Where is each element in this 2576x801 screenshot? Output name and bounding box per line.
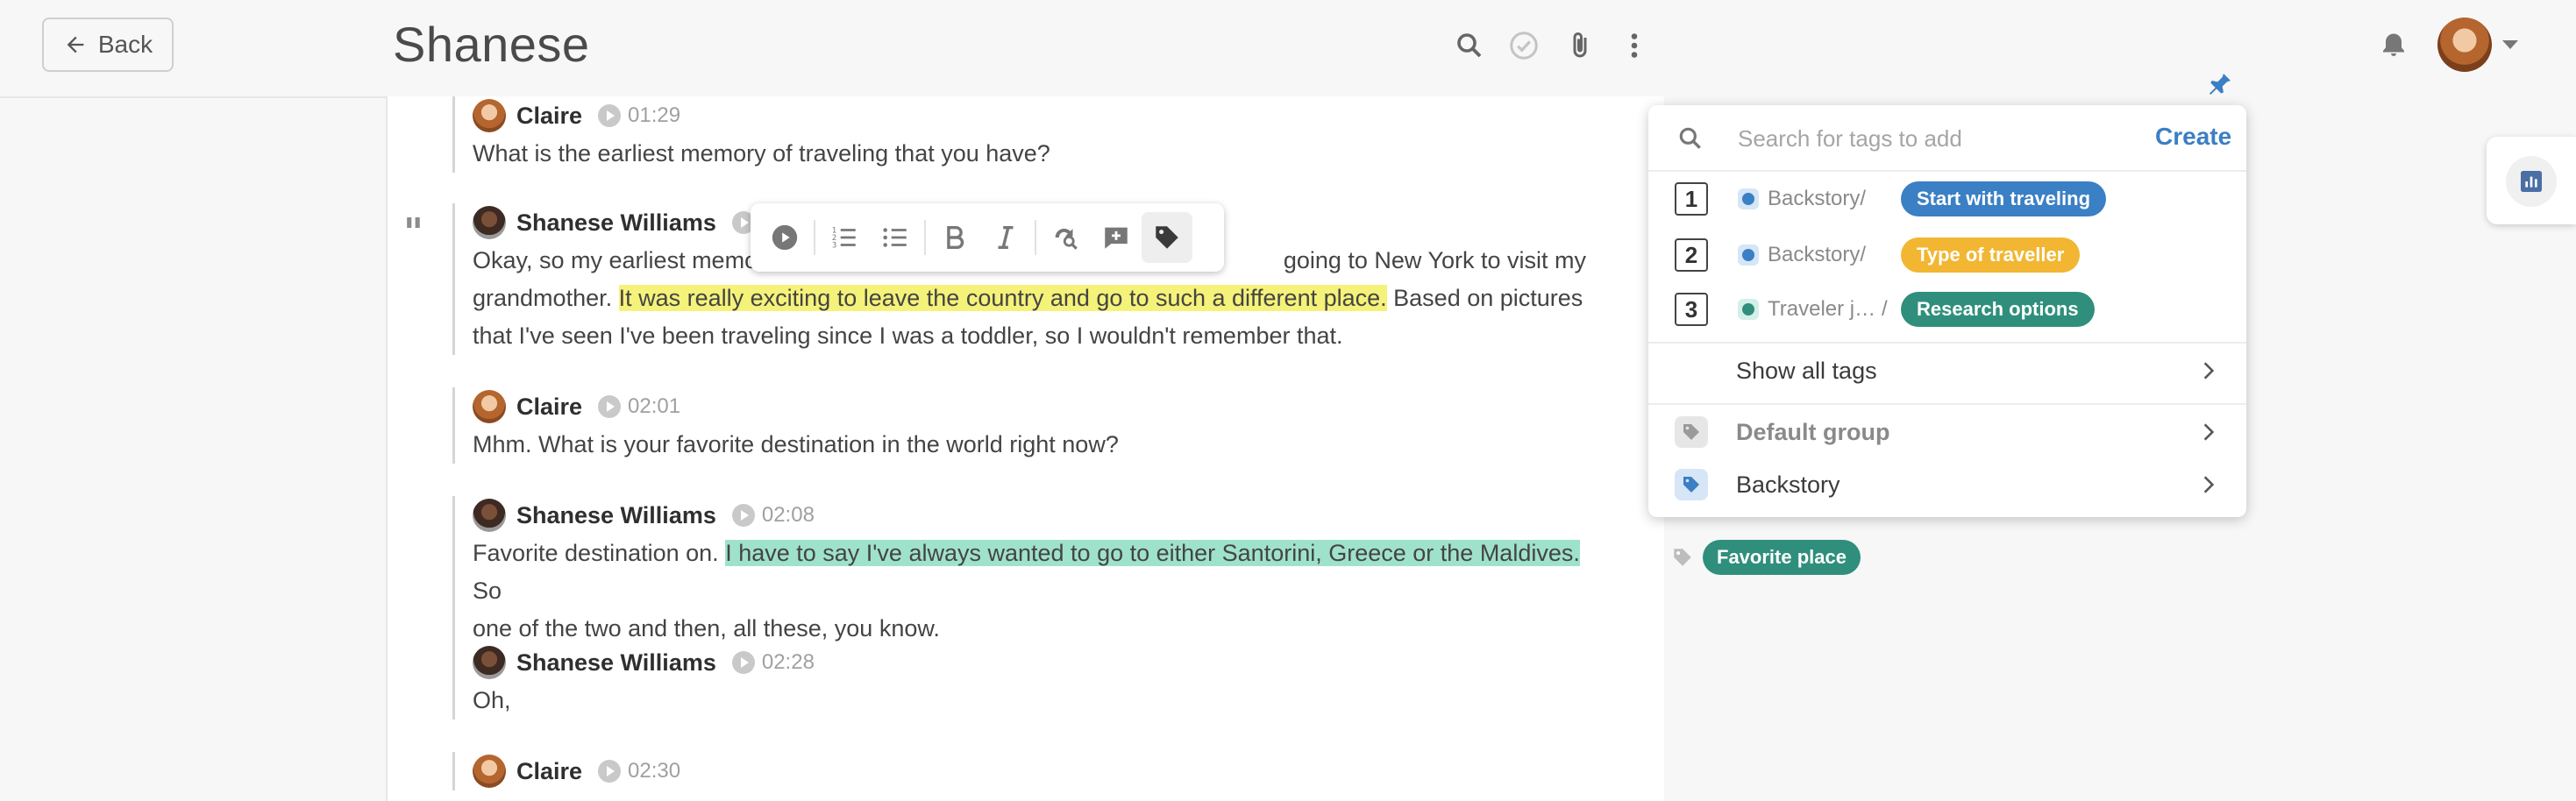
back-button[interactable]: Back xyxy=(42,18,174,72)
stats-tab[interactable] xyxy=(2487,137,2576,224)
group-icon xyxy=(1738,245,1759,266)
speaker-name: Claire xyxy=(516,393,583,420)
add-comment-icon[interactable] xyxy=(1091,212,1142,263)
formatting-toolbar: 123 xyxy=(751,203,1224,272)
speaker-name: Shanese Williams xyxy=(516,209,716,236)
play-icon[interactable] xyxy=(598,760,622,783)
path-separator: / xyxy=(1882,297,1888,321)
create-tag-button[interactable]: Create xyxy=(2155,123,2231,151)
arrow-left-icon xyxy=(67,36,84,53)
bar-chart-icon[interactable] xyxy=(2506,156,2557,207)
quote-icon[interactable]: " xyxy=(403,210,423,255)
tag-suggestion[interactable]: 1 Backstory/ Start with traveling xyxy=(1648,172,2246,226)
avatar xyxy=(473,206,506,239)
play-icon[interactable] xyxy=(759,212,810,263)
avatar xyxy=(473,755,506,788)
tag-group-default[interactable]: Default group xyxy=(1648,403,2246,459)
tag-suggestion[interactable]: 3 Traveler j… / Research options xyxy=(1648,282,2246,337)
avatar xyxy=(473,646,506,679)
divider xyxy=(924,220,926,255)
italic-icon[interactable] xyxy=(980,212,1031,263)
check-circle-icon[interactable] xyxy=(1505,26,1543,65)
tag-search-bar: Create xyxy=(1648,105,2246,172)
shortcut-key: 1 xyxy=(1675,182,1708,216)
play-icon[interactable] xyxy=(731,651,755,674)
search-icon[interactable] xyxy=(1450,26,1489,65)
transcript-turn: Claire 02:01 Mhm. What is your favorite … xyxy=(452,387,1595,464)
group-name: Backstory/ xyxy=(1768,243,1867,266)
timestamp[interactable]: 02:01 xyxy=(598,394,680,419)
tag-pill[interactable]: Type of traveller xyxy=(1901,237,2081,273)
timestamp[interactable]: 02:30 xyxy=(598,759,680,783)
tag-pill[interactable]: Research options xyxy=(1901,292,2095,327)
bullet-list-icon[interactable] xyxy=(870,212,921,263)
highlighted-text[interactable]: I have to say I've always wanted to go t… xyxy=(725,540,1580,566)
tag-pill[interactable]: Start with traveling xyxy=(1901,181,2107,216)
transcript-text[interactable]: Oh, xyxy=(473,682,1595,719)
timestamp[interactable]: 02:08 xyxy=(731,503,815,528)
shortcut-key: 2 xyxy=(1675,238,1708,272)
transcript-text[interactable]: What is the earliest memory of traveling… xyxy=(473,135,1595,173)
tag-suggestion[interactable]: 2 Backstory/ Type of traveller xyxy=(1648,228,2246,282)
bell-icon[interactable] xyxy=(2374,26,2413,65)
transcript-text[interactable]: Mhm. What is your favorite destination i… xyxy=(473,426,1595,464)
highlighted-text[interactable]: It was really exciting to leave the coun… xyxy=(618,285,1387,311)
tag-icon xyxy=(1674,549,1691,566)
tag-icon xyxy=(1675,416,1708,448)
chevron-right-icon xyxy=(2203,476,2215,493)
transcript-turn: Claire 01:29 What is the earliest memory… xyxy=(452,96,1595,173)
tag-pill[interactable]: Favorite place xyxy=(1703,540,1861,575)
search-icon xyxy=(1679,127,1701,149)
transcript-turn: Shanese Williams 02:08 Favorite destinat… xyxy=(452,496,1595,648)
avatar xyxy=(473,499,506,532)
play-icon[interactable] xyxy=(598,104,622,127)
transcript-turn: Shanese Williams 02:28 Oh, xyxy=(452,643,1595,719)
group-icon xyxy=(1738,188,1759,209)
speaker-name: Shanese Williams xyxy=(516,501,716,528)
shortcut-key: 3 xyxy=(1675,293,1708,326)
tag-search-input[interactable] xyxy=(1736,121,2108,156)
transcript-text[interactable]: Favorite destination on. I have to say I… xyxy=(473,535,1595,648)
group-name: Backstory/ xyxy=(1768,187,1867,210)
more-vertical-icon[interactable] xyxy=(1615,26,1654,65)
user-avatar[interactable] xyxy=(2437,18,2492,72)
timestamp[interactable]: 01:29 xyxy=(598,103,680,128)
find-replace-icon[interactable] xyxy=(1040,212,1091,263)
show-all-tags[interactable]: Show all tags xyxy=(1648,342,2246,398)
numbered-list-icon[interactable]: 123 xyxy=(819,212,870,263)
avatar xyxy=(473,99,506,132)
pin-icon[interactable] xyxy=(2206,70,2234,98)
globe-icon xyxy=(1738,299,1759,320)
transcript-turn: Claire 02:30 xyxy=(452,752,1595,790)
svg-text:3: 3 xyxy=(832,241,836,250)
play-icon[interactable] xyxy=(598,395,622,418)
paperclip-icon[interactable] xyxy=(1561,26,1599,65)
tag-group-backstory[interactable]: Backstory xyxy=(1648,457,2246,512)
bold-icon[interactable] xyxy=(929,212,980,263)
speaker-name: Claire xyxy=(516,102,583,129)
tag-icon xyxy=(1675,469,1708,500)
transcript-panel: Claire 01:29 What is the earliest memory… xyxy=(386,96,1666,801)
timestamp[interactable]: 02:28 xyxy=(731,650,815,675)
page-title: Shanese xyxy=(393,17,590,72)
back-label: Back xyxy=(97,31,153,58)
chevron-down-icon[interactable] xyxy=(2502,40,2518,49)
group-name: Traveler j… xyxy=(1768,297,1876,321)
avatar xyxy=(473,390,506,423)
tag-icon[interactable] xyxy=(1142,212,1192,263)
applied-tags: Favorite place xyxy=(1671,540,1861,575)
divider xyxy=(1035,220,1036,255)
chevron-right-icon xyxy=(2203,362,2215,379)
speaker-name: Shanese Williams xyxy=(516,649,716,676)
top-bar: Back Shanese xyxy=(0,0,2576,98)
chevron-right-icon xyxy=(2203,423,2215,441)
play-icon[interactable] xyxy=(731,504,755,527)
tag-dropdown: Create 1 Backstory/ Start with traveling… xyxy=(1648,105,2246,517)
speaker-name: Claire xyxy=(516,757,583,784)
divider xyxy=(814,220,815,255)
